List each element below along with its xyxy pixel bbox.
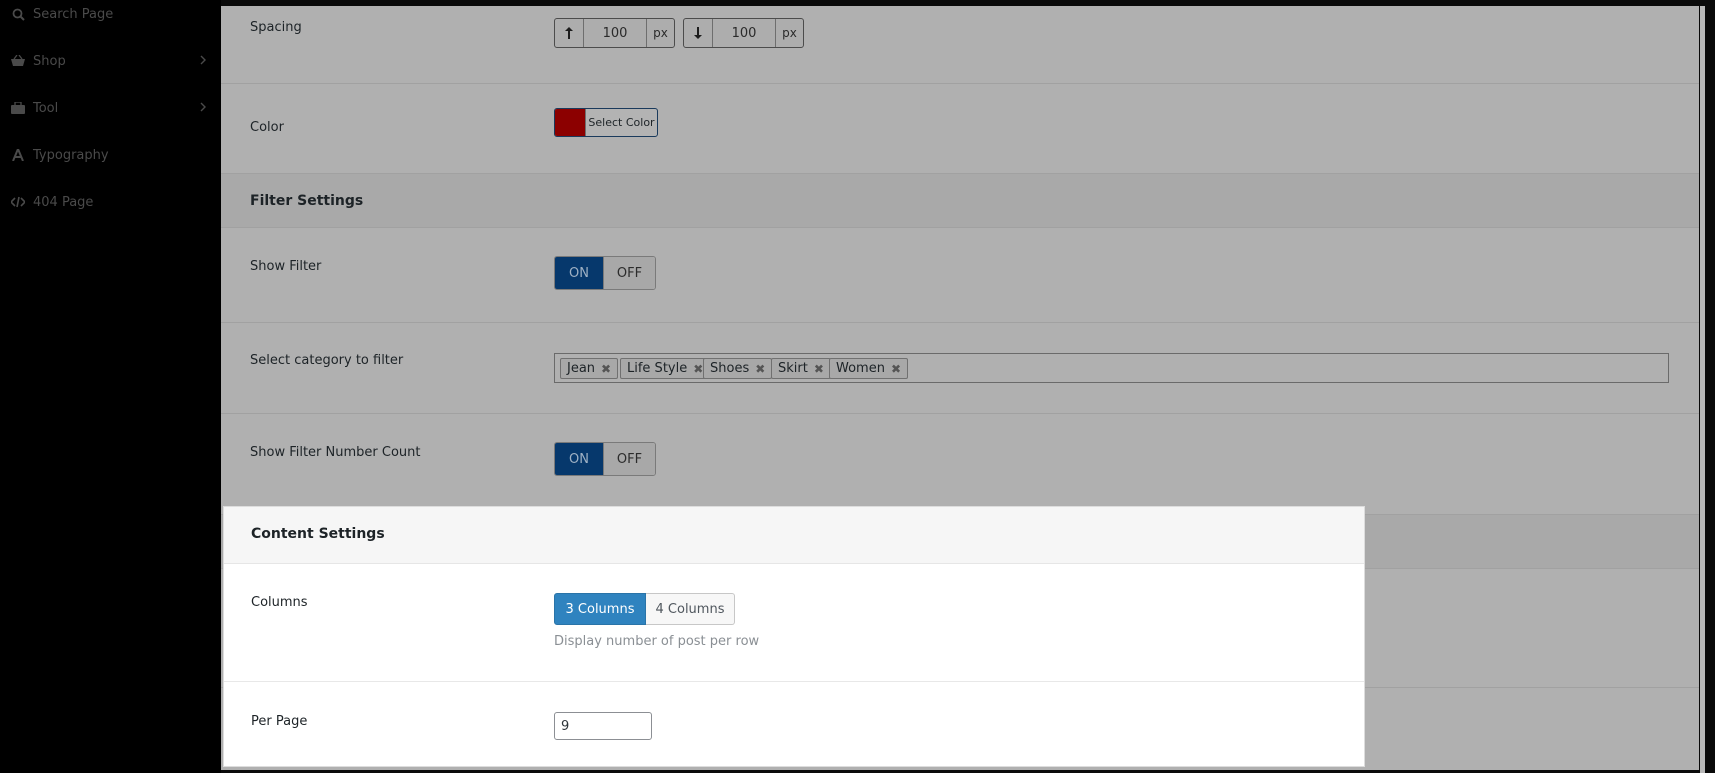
typography-icon <box>11 148 25 162</box>
sidebar-item-label: Shop <box>33 53 66 69</box>
color-swatch <box>555 109 586 136</box>
show-filter-row: Show Filter ON OFF <box>221 228 1699 323</box>
section-title: Content Settings <box>251 526 385 542</box>
toggle-off-option[interactable]: OFF <box>603 443 655 475</box>
tag-label: Skirt <box>778 361 808 376</box>
tag-life-style[interactable]: Life Style ✖ <box>620 358 711 379</box>
tag-label: Shoes <box>710 361 750 376</box>
remove-tag-icon[interactable]: ✖ <box>814 362 824 376</box>
spacing-top-value[interactable]: 100 <box>584 19 647 47</box>
select-color-label: Select Color <box>588 116 655 129</box>
sidebar-item-label: Search Page <box>33 6 114 22</box>
sidebar-item-label: Typography <box>33 147 109 163</box>
arrow-down-icon <box>684 19 713 47</box>
three-columns-button[interactable]: 3 Columns <box>554 593 646 625</box>
tag-label: Women <box>836 361 885 376</box>
chevron-right-icon <box>197 54 209 66</box>
columns-description: Display number of post per row <box>554 634 760 649</box>
content-settings-panel: Content Settings Columns 3 Columns 4 Col… <box>224 507 1364 766</box>
toggle-on-option[interactable]: ON <box>555 257 603 289</box>
per-page-input[interactable] <box>554 712 652 740</box>
show-filter-count-row: Show Filter Number Count ON OFF <box>221 414 1699 515</box>
columns-label: Columns <box>251 595 308 610</box>
show-filter-count-toggle[interactable]: ON OFF <box>554 442 656 476</box>
scrollbar-thumb[interactable] <box>1700 6 1705 773</box>
color-label: Color <box>250 120 284 135</box>
sidebar-item-shop[interactable]: Shop <box>0 48 221 74</box>
show-filter-count-label: Show Filter Number Count <box>250 445 421 460</box>
sidebar-item-404-page[interactable]: 404 Page <box>0 189 221 215</box>
remove-tag-icon[interactable]: ✖ <box>693 362 703 376</box>
columns-button-group: 3 Columns 4 Columns <box>554 593 735 625</box>
chevron-right-icon <box>197 101 209 113</box>
sidebar-item-label: 404 Page <box>33 194 94 210</box>
toolbox-icon <box>11 101 25 115</box>
toggle-on-option[interactable]: ON <box>555 443 603 475</box>
remove-tag-icon[interactable]: ✖ <box>755 362 765 376</box>
scrollbar[interactable] <box>1699 0 1715 773</box>
basket-icon <box>11 54 25 68</box>
arrow-up-icon <box>555 19 584 47</box>
sidebar-item-search-page[interactable]: Search Page <box>0 1 221 27</box>
four-columns-button[interactable]: 4 Columns <box>646 593 735 625</box>
content-settings-header: Content Settings <box>224 507 1364 564</box>
search-icon <box>11 7 25 21</box>
spacing-bottom-value[interactable]: 100 <box>713 19 776 47</box>
tag-shoes[interactable]: Shoes ✖ <box>703 358 773 379</box>
sidebar: Search Page Shop Tool Typography 404 Pag… <box>0 0 221 773</box>
sidebar-item-tool[interactable]: Tool <box>0 95 221 121</box>
remove-tag-icon[interactable]: ✖ <box>891 362 901 376</box>
remove-tag-icon[interactable]: ✖ <box>601 362 611 376</box>
spacing-bottom-field[interactable]: 100 px <box>683 18 804 48</box>
tag-women[interactable]: Women ✖ <box>829 358 909 379</box>
tag-skirt[interactable]: Skirt ✖ <box>771 358 831 379</box>
divider <box>224 681 1364 682</box>
filter-settings-header: Filter Settings <box>221 174 1699 228</box>
spacing-top-field[interactable]: 100 px <box>554 18 675 48</box>
sidebar-item-typography[interactable]: Typography <box>0 142 221 168</box>
tag-label: Life Style <box>627 361 688 376</box>
color-row: Color <box>221 83 1699 174</box>
code-icon <box>11 195 25 209</box>
toggle-off-option[interactable]: OFF <box>603 257 655 289</box>
tag-jean[interactable]: Jean ✖ <box>560 358 619 379</box>
show-filter-toggle[interactable]: ON OFF <box>554 256 656 290</box>
per-page-label: Per Page <box>251 714 308 729</box>
show-filter-label: Show Filter <box>250 259 322 274</box>
spacing-label: Spacing <box>250 20 302 35</box>
sidebar-item-label: Tool <box>33 100 59 116</box>
section-title: Filter Settings <box>250 193 364 209</box>
select-color-button[interactable]: Select Color <box>554 108 658 137</box>
tag-label: Jean <box>567 361 596 376</box>
spacing-unit: px <box>653 26 668 40</box>
spacing-unit: px <box>782 26 797 40</box>
select-category-label: Select category to filter <box>250 353 404 368</box>
spacing-row: Spacing 100 px 100 px <box>221 6 1699 84</box>
category-tags-input[interactable]: Jean ✖ Life Style ✖ Shoes ✖ Skirt ✖ Women ✖ <box>554 353 1669 383</box>
